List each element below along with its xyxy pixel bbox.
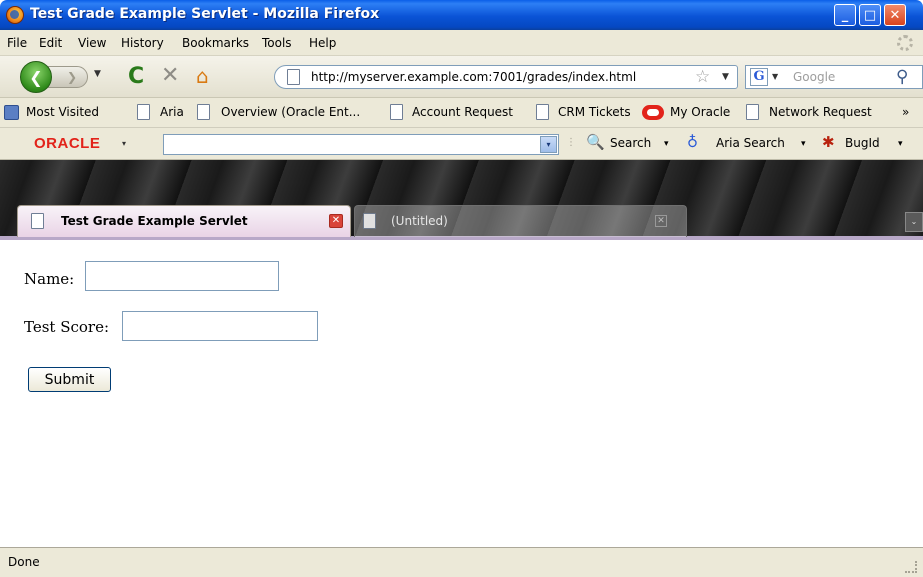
site-page-icon [287,69,300,85]
home-icon[interactable]: ⌂ [196,64,209,88]
menu-tools[interactable]: Tools [262,36,292,50]
page-icon [746,104,759,120]
back-button[interactable]: ❮ [20,61,52,93]
bookmark-aria[interactable]: Aria [160,105,184,119]
status-bar: Done [0,547,923,577]
reload-icon[interactable]: C [128,64,144,89]
bookmark-star-icon[interactable]: ☆ [695,67,710,87]
close-tab-icon[interactable]: ✕ [329,214,343,228]
activity-throbber-icon [897,35,913,51]
bookmark-my-oracle[interactable]: My Oracle [670,105,730,119]
bookmarks-toolbar: Most Visited Aria Overview (Oracle Ent..… [0,98,923,128]
tab-test-grade[interactable]: Test Grade Example Servlet ✕ [17,205,351,237]
google-engine-icon[interactable]: G [750,68,768,86]
name-field[interactable] [85,261,279,291]
window-titlebar[interactable]: Test Grade Example Servlet - Mozilla Fir… [0,0,923,30]
aria-dropdown-icon[interactable]: ▾ [801,139,806,149]
page-icon [137,104,150,120]
tab-list-dropdown-icon[interactable]: ⌄ [905,212,923,232]
tab-title: Test Grade Example Servlet [61,214,248,228]
minimize-button[interactable]: _ [834,4,856,26]
bookmark-crm-tickets[interactable]: CRM Tickets [558,105,631,119]
menu-help[interactable]: Help [309,36,336,50]
page-icon [536,104,549,120]
name-label: Name: [24,270,75,288]
menu-file[interactable]: File [7,36,27,50]
menu-edit[interactable]: Edit [39,36,62,50]
stop-icon[interactable]: ✕ [161,63,179,88]
maximize-button[interactable]: □ [859,4,881,26]
aria-search-button[interactable]: Aria Search [716,136,785,150]
search-box[interactable]: G ▼ Google ⚲ [745,65,923,89]
search-dropdown-icon[interactable]: ▾ [664,139,669,149]
bookmark-most-visited[interactable]: Most Visited [26,105,99,119]
oracle-search-input[interactable]: ▾ [163,134,559,155]
navigation-toolbar: ❯ ❮ ▼ C ✕ ⌂ http://myserver.example.com:… [0,56,923,98]
bookmark-overview[interactable]: Overview (Oracle Ent... [221,105,360,119]
page-content: Name: Test Score: Submit [0,240,923,547]
tab-title: (Untitled) [391,214,448,228]
chevron-down-icon[interactable]: ▾ [540,136,557,153]
forward-button[interactable]: ❯ [48,66,88,88]
menu-bookmarks[interactable]: Bookmarks [182,36,249,50]
url-dropdown-icon[interactable]: ▼ [722,72,729,82]
search-magnifier-icon: 🔍 [586,133,605,151]
oracle-icon [642,105,664,120]
page-icon [31,213,44,229]
bookmark-account-request[interactable]: Account Request [412,105,513,119]
url-bar[interactable]: http://myserver.example.com:7001/grades/… [274,65,738,89]
test-score-field[interactable] [122,311,318,341]
tab-untitled[interactable]: (Untitled) ✕ [354,205,687,237]
firefox-logo-icon [6,6,24,24]
menu-view[interactable]: View [78,36,106,50]
oracle-toolbar: ORACLE ▾ ▾ ⋮ 🔍 Search ▾ ♁ Aria Search ▾ … [0,128,923,160]
bookmark-network-request[interactable]: Network Request [769,105,872,119]
search-placeholder[interactable]: Google [793,70,835,84]
bug-icon: ✱ [822,133,835,151]
engine-dropdown-icon[interactable]: ▼ [772,72,778,81]
aria-person-icon: ♁ [687,133,698,151]
close-window-button[interactable]: ✕ [884,4,906,26]
menu-bar: File Edit View History Bookmarks Tools H… [0,30,923,56]
menu-history[interactable]: History [121,36,164,50]
oracle-menu-dropdown-icon[interactable]: ▾ [122,139,126,148]
bookmarks-overflow-icon[interactable]: » [902,105,909,119]
resize-grip-icon[interactable] [905,561,917,573]
close-tab-icon[interactable]: ✕ [655,215,667,227]
status-text: Done [8,555,40,569]
history-dropdown-icon[interactable]: ▼ [94,69,101,79]
toolbar-grip-icon: ⋮ [566,137,576,148]
oracle-search-button[interactable]: Search [610,136,651,150]
test-score-label: Test Score: [24,318,110,336]
window-title: Test Grade Example Servlet - Mozilla Fir… [30,6,380,22]
page-icon [390,104,403,120]
submit-button[interactable]: Submit [28,367,111,392]
bugid-dropdown-icon[interactable]: ▾ [898,139,903,149]
most-visited-icon [4,105,19,120]
page-icon [363,213,376,229]
url-text[interactable]: http://myserver.example.com:7001/grades/… [311,70,636,84]
search-icon[interactable]: ⚲ [896,67,908,87]
bugid-button[interactable]: BugId [845,136,880,150]
oracle-logo[interactable]: ORACLE [34,135,100,152]
page-icon [197,104,210,120]
